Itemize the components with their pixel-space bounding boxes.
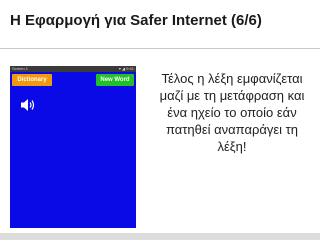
slide-title: Η Εφαρμογή για Safer Internet (6/6) (10, 12, 262, 29)
title-divider (0, 48, 320, 49)
status-bar-icons: ▾ ◢ 9:41 (118, 66, 134, 71)
slide-caption: Τέλος η λέξη εμφανίζεται μαζί με τη μετά… (159, 71, 305, 154)
new-word-button[interactable]: New Word (96, 74, 134, 86)
dictionary-button[interactable]: Dictionary (12, 74, 52, 86)
speaker-icon[interactable] (20, 98, 36, 112)
status-bar-title: Screen 1 (12, 66, 29, 71)
footer-bar (0, 233, 320, 240)
status-bar: Screen 1 ▾ ◢ 9:41 (10, 66, 136, 72)
phone-screen: Screen 1 ▾ ◢ 9:41 Dictionary New Word (10, 66, 136, 228)
